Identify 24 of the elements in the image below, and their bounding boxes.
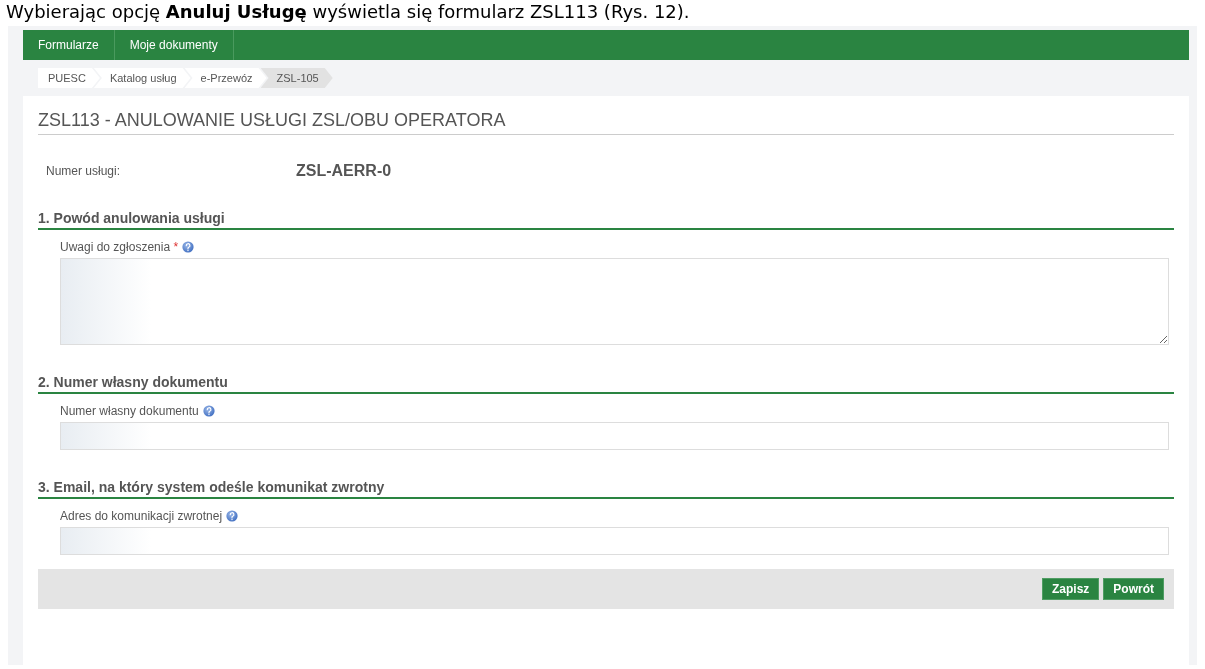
field-label: Numer własny dokumentu [60,404,199,418]
section-heading: 1. Powód anulowania usługi [38,210,1174,230]
menu-item[interactable]: Formularze [23,30,115,60]
action-button[interactable]: Zapisz [1042,578,1100,600]
breadcrumb-item[interactable]: PUESC [38,68,100,88]
help-icon[interactable] [182,241,195,253]
section-heading: 3. Email, na który system odeśle komunikat zwrotny [38,479,1174,499]
page-title: ZSL113 - ANULOWANIE USŁUGI ZSL/OBU OPERATORA [38,110,1174,135]
field-label: Numer usługi: [46,164,122,178]
breadcrumb-item[interactable]: e-Przewóz [184,68,267,88]
section-heading: 2. Numer własny dokumentu [38,374,1174,394]
help-icon[interactable] [226,510,239,522]
menu-item[interactable]: Moje dokumenty [114,30,234,60]
help-icon[interactable] [202,405,215,417]
field-label: Uwagi do zgłoszenia [60,240,171,254]
input-field[interactable] [60,422,1169,450]
breadcrumb-item[interactable]: ZSL-105 [260,68,333,88]
field-label: Adres do komunikacji zwrotnej [60,509,223,523]
document-caption: Wybierając opcję Anuluj Usługę wyświetla się formularz ZSL113 (Rys. 12). [5,0,691,24]
breadcrumb-item[interactable]: Katalog usług [93,68,191,88]
service-number: ZSL-AERR-0 [296,162,392,180]
required-mark: * [173,240,179,254]
input-field[interactable] [60,527,1169,555]
action-button[interactable]: Powrót [1103,578,1164,600]
